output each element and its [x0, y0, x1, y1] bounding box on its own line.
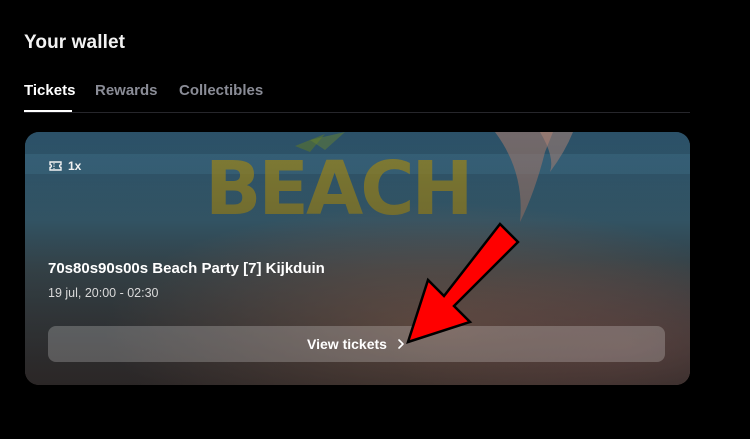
red-arrow-annotation: [406, 222, 520, 344]
ticket-card[interactable]: BEACH 1x 70s80s90s00s Beach Party [7] Ki…: [25, 132, 690, 385]
tab-collectibles[interactable]: Collectibles: [179, 82, 263, 112]
page-title: Your wallet: [24, 32, 126, 53]
event-date: 19 jul, 20:00 - 02:30: [48, 286, 159, 300]
ticket-icon: [49, 161, 62, 171]
view-tickets-label: View tickets: [307, 336, 387, 352]
event-title: 70s80s90s00s Beach Party [7] Kijkduin: [48, 260, 325, 277]
view-tickets-button[interactable]: View tickets: [48, 326, 665, 362]
wallet-tabs: Tickets Rewards Collectibles: [24, 82, 690, 113]
tab-rewards[interactable]: Rewards: [95, 82, 158, 112]
tab-tickets[interactable]: Tickets: [24, 82, 75, 112]
wallet-page: Your wallet Tickets Rewards Collectibles: [0, 0, 750, 439]
ticket-count-label: 1x: [68, 159, 82, 173]
ticket-count: 1x: [49, 159, 81, 173]
